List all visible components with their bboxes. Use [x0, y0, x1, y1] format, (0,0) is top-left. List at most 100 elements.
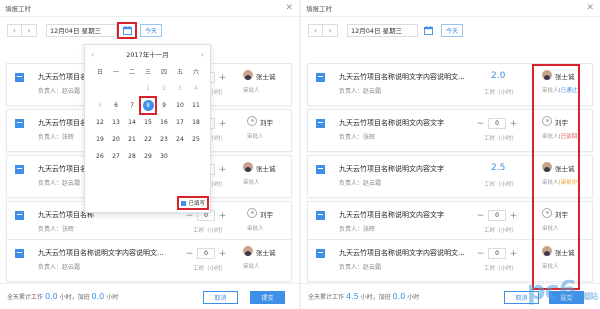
hours-label: 工时（小时）: [484, 90, 518, 96]
calendar-day[interactable]: 18: [188, 114, 204, 131]
calendar-grid: 日 一 二 三 四 五 六 1 2 3 4 5 6 7 8 9 10 11 12…: [85, 63, 210, 165]
calendar-day[interactable]: 11: [188, 97, 204, 114]
calendar-day[interactable]: 13: [108, 114, 124, 131]
today-button[interactable]: 今天: [140, 23, 162, 37]
approver-name: 张士诚: [555, 249, 575, 257]
calendar-day[interactable]: 17: [172, 114, 188, 131]
calendar-day[interactable]: [124, 80, 140, 97]
calendar-day[interactable]: 12: [92, 114, 108, 131]
avatar: [542, 70, 552, 80]
calendar-day[interactable]: 3: [172, 80, 188, 97]
calendar-day[interactable]: 27: [108, 148, 124, 165]
window-title: 填报工时: [306, 5, 332, 13]
hours-stepper: − 0 +: [476, 248, 518, 259]
calendar-day[interactable]: 26: [92, 148, 108, 165]
approver-name: 张士诚: [555, 165, 575, 173]
calendar-day[interactable]: [92, 80, 108, 97]
plus-icon[interactable]: +: [509, 211, 518, 221]
plus-icon[interactable]: +: [218, 211, 227, 221]
calendar-day[interactable]: 5: [92, 97, 108, 114]
plus-icon[interactable]: +: [218, 73, 227, 83]
footer: 全天累计工作 0.0 小时，加班 0.0 小时 取消 提交: [0, 283, 299, 309]
calendar-day[interactable]: 22: [140, 131, 156, 148]
weekday-label: 一: [112, 69, 119, 76]
legend-label: 已填写: [188, 201, 205, 207]
chevron-left-icon[interactable]: ‹: [7, 23, 22, 37]
plus-icon[interactable]: +: [218, 165, 227, 175]
task-card: 九天云竹项目名称说明文内容文字 负责人：张晖 − 0 + 工时（小时） 刘宇 审…: [307, 109, 593, 152]
submit-button[interactable]: 提交: [250, 291, 285, 304]
daily-summary: 全天累计工作 0.0 小时，加班 0.0 小时: [7, 292, 118, 301]
hours-label: 工时（小时）: [484, 136, 518, 142]
minus-icon[interactable]: −: [185, 249, 194, 259]
calendar-day[interactable]: 4: [188, 80, 204, 97]
calendar-day[interactable]: 2: [156, 80, 172, 97]
hours-label: 工时（小时）: [484, 228, 518, 234]
flag-icon: [316, 249, 325, 258]
calendar-day-selected[interactable]: 8: [139, 96, 157, 115]
approver-role: 审批人: [247, 134, 264, 140]
hours-label: 工时（小时）: [484, 182, 518, 188]
left-panel: 填报工时 ✕ ‹ › 12月04日 星期三 今天 九天云竹项目名称说明文字内容说…: [0, 0, 299, 309]
summary-suffix: 小时: [106, 294, 119, 301]
hours-input[interactable]: 0: [488, 210, 506, 221]
calendar-day[interactable]: 19: [92, 131, 108, 148]
filled-legend: 已填写: [177, 196, 209, 210]
calendar-day[interactable]: [172, 148, 188, 165]
calendar-day[interactable]: 30: [156, 148, 172, 165]
chevron-right-icon[interactable]: ›: [22, 23, 37, 37]
calendar-day[interactable]: [108, 80, 124, 97]
calendar-day[interactable]: 14: [124, 114, 140, 131]
calendar-icon[interactable]: [420, 24, 436, 37]
summary-mid: 小时，加班: [59, 294, 90, 301]
calendar-day[interactable]: 20: [108, 131, 124, 148]
minus-icon[interactable]: −: [476, 119, 485, 129]
chevron-right-icon[interactable]: ›: [323, 23, 338, 37]
hours-stepper: − 0 +: [476, 210, 518, 221]
minus-icon[interactable]: −: [476, 249, 485, 259]
avatar: [243, 162, 253, 172]
close-icon[interactable]: ✕: [586, 3, 594, 13]
prev-month-icon[interactable]: ‹: [91, 50, 94, 59]
task-owner: 负责人：张晖: [38, 134, 75, 141]
today-button[interactable]: 今天: [441, 23, 463, 37]
title-bar: 填报工时 ✕: [301, 0, 600, 17]
calendar-day[interactable]: 28: [124, 148, 140, 165]
calendar-day[interactable]: 15: [140, 114, 156, 131]
plus-icon[interactable]: +: [509, 249, 518, 259]
watermark-sub: 下载站: [576, 292, 598, 301]
calendar-icon[interactable]: [117, 21, 137, 39]
calendar-day[interactable]: 6: [108, 97, 124, 114]
hours-input[interactable]: 0: [488, 248, 506, 259]
calendar-day[interactable]: 25: [188, 131, 204, 148]
calendar-day[interactable]: 21: [124, 131, 140, 148]
next-month-icon[interactable]: ›: [201, 50, 204, 59]
calendar-day[interactable]: 24: [172, 131, 188, 148]
approver-name: 刘宇: [260, 119, 273, 127]
close-icon[interactable]: ✕: [285, 3, 293, 13]
cancel-button[interactable]: 取消: [203, 291, 238, 304]
minus-icon[interactable]: −: [476, 211, 485, 221]
legend-swatch: [181, 200, 187, 206]
calendar-day[interactable]: 10: [172, 97, 188, 114]
calendar-day[interactable]: [188, 148, 204, 165]
date-field[interactable]: 12月04日 星期三: [347, 23, 418, 37]
chevron-left-icon[interactable]: ‹: [308, 23, 323, 37]
calendar-day[interactable]: 9: [156, 97, 172, 114]
calendar-day[interactable]: 29: [140, 148, 156, 165]
approver-role: 审批人: [243, 264, 260, 270]
plus-icon[interactable]: +: [509, 119, 518, 129]
calendar-day[interactable]: 1: [140, 80, 156, 97]
calendar-day[interactable]: 7: [124, 97, 140, 114]
plus-icon[interactable]: +: [218, 119, 227, 129]
date-field[interactable]: 12月04日 星期三: [46, 23, 117, 37]
weekday-label: 日: [96, 69, 103, 76]
calendar-day[interactable]: 16: [156, 114, 172, 131]
approver-role: 审批人: [243, 88, 260, 94]
approver-name: 张士诚: [555, 73, 575, 81]
hours-input[interactable]: 0: [488, 118, 506, 129]
calendar-day[interactable]: 23: [156, 131, 172, 148]
plus-icon[interactable]: +: [218, 249, 227, 259]
role-label: 审批人: [542, 134, 559, 140]
hours-input[interactable]: 0: [197, 248, 215, 259]
